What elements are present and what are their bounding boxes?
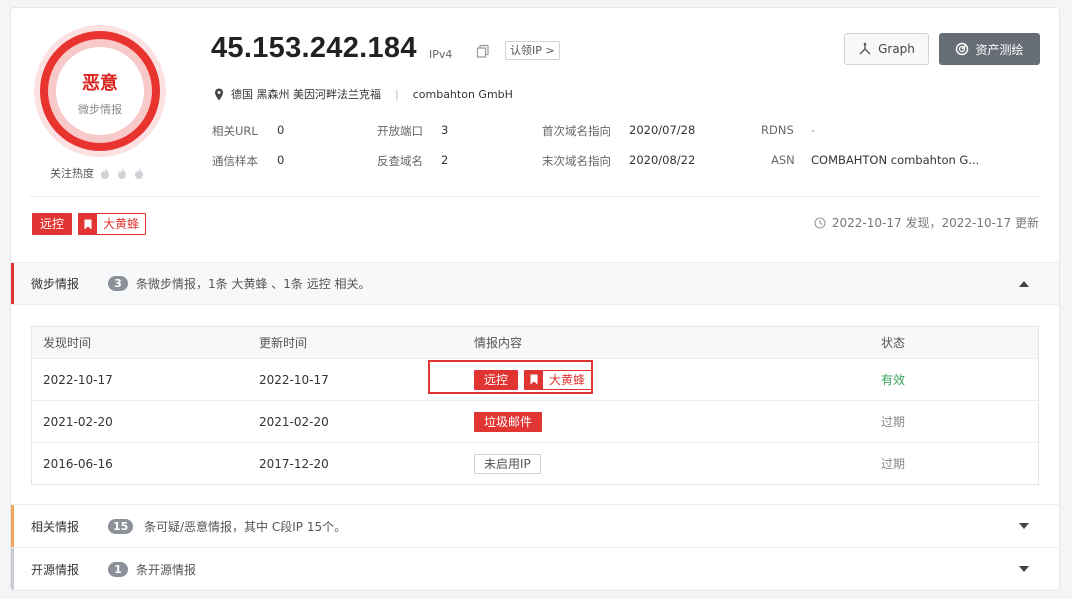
header-divider	[29, 196, 1041, 197]
table-header-row: 发现时间 更新时间 情报内容 状态	[32, 327, 1038, 358]
tag-unused-ip[interactable]: 未启用IP	[474, 453, 541, 474]
cell-status: 过期	[881, 415, 906, 429]
cell-status: 过期	[881, 457, 906, 471]
location-region: 德国 黑森州 美因河畔法兰克福	[231, 88, 381, 101]
col-updated-time: 更新时间	[259, 336, 308, 350]
tag-spam[interactable]: 垃圾邮件	[474, 411, 543, 432]
section-opensource-title: 开源情报	[31, 562, 80, 577]
cell-updated: 2017-12-20	[259, 456, 329, 471]
ip-report-card: 恶意 微步情报 关注热度 45.153.242.184 IPv4 认领IP > …	[10, 7, 1060, 591]
table-row[interactable]: 2016-06-16 2017-12-20 未启用IP 过期	[32, 442, 1038, 484]
location-org: combahton GmbH	[412, 87, 513, 101]
meta-first-resolve-value: 2020/07/28	[629, 123, 696, 137]
heat-label: 关注热度	[50, 167, 94, 180]
flame-icon	[118, 168, 126, 179]
col-intel-content: 情报内容	[474, 336, 523, 350]
meta-related-url-value[interactable]: 0	[277, 123, 284, 137]
meta-reverse-label: 反查域名	[377, 154, 423, 168]
meta-last-resolve-value: 2020/08/22	[629, 153, 696, 167]
chevron-down-icon[interactable]	[1019, 566, 1029, 572]
meta-asn-value[interactable]: COMBAHTON combahton G...	[811, 153, 979, 167]
tag-gang[interactable]: 大黄蜂	[78, 213, 147, 235]
highlight-box	[428, 360, 593, 394]
found-updated-info: 2022-10-17 发现，2022-10-17 更新	[814, 214, 1039, 231]
cell-found: 2022-10-17	[43, 372, 113, 387]
verdict-source: 微步情报	[78, 103, 122, 116]
found-updated-text: 2022-10-17 发现，2022-10-17 更新	[831, 216, 1039, 230]
meta-first-resolve-label: 首次域名指向	[542, 124, 611, 138]
meta-last-resolve-label: 末次域名指向	[542, 154, 611, 168]
intel-table: 发现时间 更新时间 情报内容 状态 2022-10-17 2022-10-17 …	[31, 326, 1039, 485]
heat-indicator: 关注热度	[50, 165, 145, 181]
tag-remote-control[interactable]: 远控	[32, 213, 73, 235]
cell-updated: 2022-10-17	[259, 372, 329, 387]
copy-icon[interactable]	[476, 44, 490, 58]
meta-related-url-label: 相关URL	[212, 124, 258, 138]
meta-rdns-value: -	[811, 123, 816, 137]
verdict-ring: 恶意 微步情报	[34, 25, 166, 157]
meta-samples-label: 通信样本	[212, 154, 258, 168]
meta-rdns-label: RDNS	[761, 123, 794, 137]
claim-ip-button[interactable]: 认领IP >	[505, 41, 560, 60]
meta-asn-label: ASN	[771, 153, 795, 167]
section-threat-desc: 条微步情报，1条 大黄蜂 、1条 远控 相关。	[136, 277, 371, 291]
section-related-count: 15	[108, 518, 134, 534]
pin-icon	[215, 88, 223, 100]
asset-map-button[interactable]: 资产测绘	[939, 33, 1040, 65]
clock-icon	[814, 216, 826, 229]
section-threat-title: 微步情报	[31, 277, 80, 291]
flame-icon	[135, 168, 143, 179]
section-threat-count: 3	[108, 276, 128, 291]
asset-map-button-label: 资产测绘	[975, 42, 1024, 57]
meta-samples-value[interactable]: 0	[277, 153, 284, 167]
section-opensource-count: 1	[108, 561, 128, 577]
section-threat-intel[interactable]: 微步情报 3 条微步情报，1条 大黄蜂 、1条 远控 相关。	[11, 262, 1059, 305]
col-found-time: 发现时间	[43, 336, 92, 350]
cell-status: 有效	[881, 373, 906, 387]
section-opensource-desc: 条开源情报	[136, 562, 197, 577]
tag-gang-label: 大黄蜂	[103, 217, 140, 231]
location-divider: |	[395, 87, 399, 101]
cell-found: 2021-02-20	[43, 414, 113, 429]
table-row[interactable]: 2021-02-20 2021-02-20 垃圾邮件 过期	[32, 400, 1038, 442]
tag-list: 远控 大黄蜂	[32, 213, 147, 235]
chevron-up-icon[interactable]	[1019, 280, 1029, 287]
section-related-intel[interactable]: 相关情报 15 条可疑/恶意情报，其中 C段IP 15个。	[11, 504, 1059, 547]
meta-open-ports-value[interactable]: 3	[441, 123, 448, 137]
meta-reverse-value[interactable]: 2	[441, 153, 448, 167]
cell-content: 垃圾邮件	[474, 401, 543, 442]
meta-open-ports-label: 开放端口	[377, 124, 423, 138]
graph-button-label: Graph	[878, 42, 915, 56]
cell-content: 未启用IP	[474, 443, 541, 484]
flame-icon	[101, 168, 109, 179]
ip-version: IPv4	[429, 48, 453, 61]
section-related-desc: 条可疑/恶意情报，其中 C段IP 15个。	[144, 519, 347, 534]
cell-updated: 2021-02-20	[259, 414, 329, 429]
section-related-title: 相关情报	[31, 519, 80, 534]
radar-icon	[956, 42, 969, 56]
verdict-label: 恶意	[82, 73, 118, 94]
bookmark-icon	[79, 214, 98, 234]
col-status: 状态	[881, 336, 906, 350]
chevron-down-icon[interactable]	[1019, 523, 1029, 529]
location-row: 德国 黑森州 美因河畔法兰克福 | combahton GmbH	[214, 86, 513, 102]
ip-address: 45.153.242.184	[211, 32, 417, 64]
section-opensource-intel[interactable]: 开源情报 1 条开源情报	[11, 547, 1059, 590]
graph-button[interactable]: Graph	[844, 33, 929, 65]
cell-found: 2016-06-16	[43, 456, 113, 471]
graph-icon	[859, 42, 871, 55]
